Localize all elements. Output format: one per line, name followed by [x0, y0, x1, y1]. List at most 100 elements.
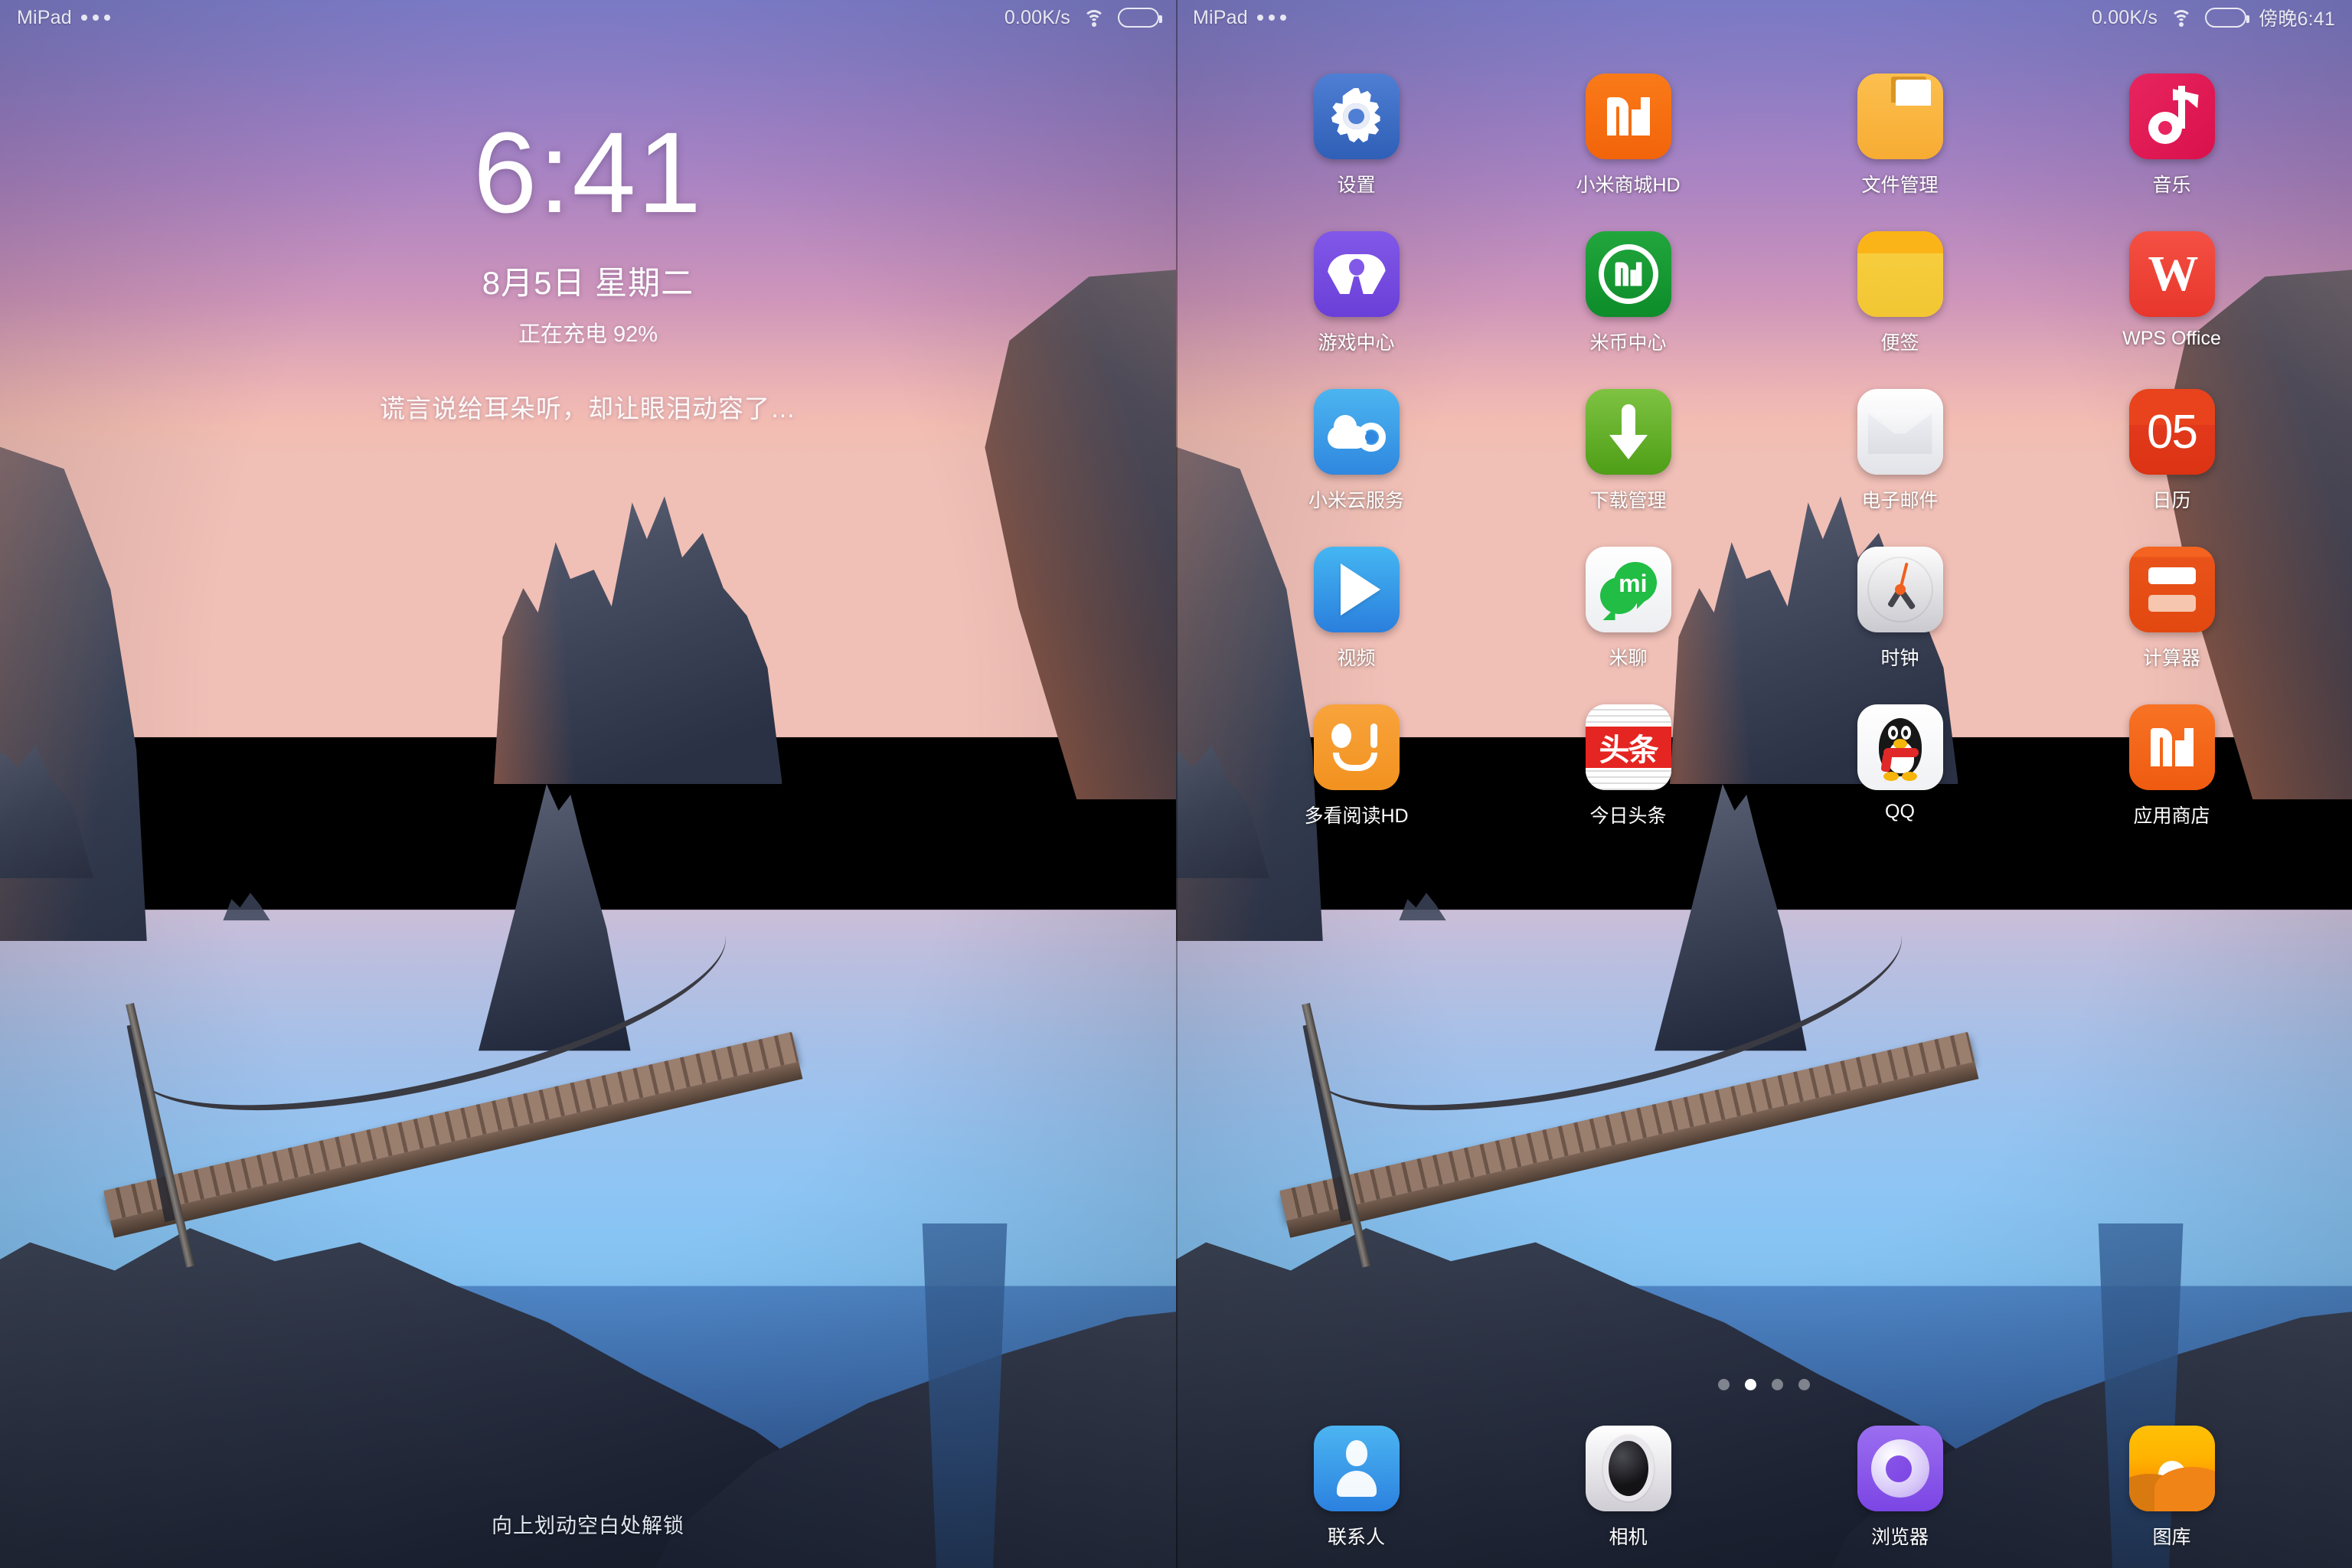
lockscreen-panel: MiPad 0.00K/s 6:41 8月5日 星期二 正在充电 92% 谎言说… — [0, 0, 1176, 1568]
app-envelope-mail[interactable]: 电子邮件 — [1820, 389, 1981, 513]
page-indicator[interactable] — [1176, 1379, 2352, 1390]
homescreen-panel: MiPad 0.00K/s 傍晚6:41 设置 小米商城HD 文件管理 音乐游戏中心 米… — [1176, 0, 2352, 1568]
gear-shape — [1328, 88, 1385, 145]
app-calculator-equals[interactable]: 计算器 — [2092, 547, 2252, 671]
app-music-note[interactable]: 音乐 — [2092, 74, 2252, 198]
network-speed-label: 0.00K/s — [2091, 6, 2158, 28]
envelope-shape — [1867, 410, 1932, 454]
panel-divider — [1176, 0, 1178, 1568]
analog-clock-face — [1867, 557, 1933, 622]
app-store-mi-icon[interactable] — [2128, 704, 2215, 790]
app-label: 日历 — [2152, 490, 2191, 511]
music-note-icon[interactable] — [2128, 74, 2215, 159]
gamepad-icon[interactable] — [1313, 231, 1400, 317]
app-clock[interactable]: 时钟 — [1820, 547, 1981, 671]
music-note-shape — [2148, 86, 2199, 144]
app-label: 便签 — [1880, 332, 1919, 354]
settings-gear-icon[interactable] — [1313, 74, 1400, 159]
more-dots-icon[interactable] — [80, 15, 110, 21]
penguin-shape — [1876, 715, 1925, 781]
statusbar-right-group: 0.00K/s 傍晚6:41 — [2092, 4, 2335, 31]
statusbar-clock: 傍晚6:41 — [2259, 8, 2335, 30]
app-settings-gear[interactable]: 设置 — [1276, 74, 1437, 198]
app-wps-office[interactable]: W WPS Office — [2092, 231, 2252, 355]
app-duokan-smiley[interactable]: 多看阅读HD — [1276, 704, 1437, 828]
app-label: 相机 — [1609, 1527, 1648, 1548]
cloud-shape — [1327, 412, 1386, 452]
dual-panel-screenshot: MiPad 0.00K/s 6:41 8月5日 星期二 正在充电 92% 谎言说… — [0, 0, 2352, 1568]
notes-icon[interactable] — [1857, 231, 1943, 317]
mi-coin-ring — [1598, 244, 1658, 304]
app-grid: 设置 小米商城HD 文件管理 音乐游戏中心 米币中心 便签 W WPS Office 小米云服务… — [1220, 74, 2308, 828]
miliao-chat-icon[interactable]: mi — [1585, 547, 1671, 632]
battery-icon — [2205, 8, 2250, 28]
app-download-arrow[interactable]: 下载管理 — [1548, 389, 1709, 513]
device-name-label: MiPad — [17, 6, 72, 28]
page-dot[interactable] — [1718, 1379, 1730, 1390]
app-camera-lens[interactable]: 相机 — [1548, 1426, 1709, 1550]
mi-wordmark — [1606, 97, 1650, 136]
app-toutiao[interactable]: 头条 今日头条 — [1548, 704, 1709, 828]
wifi-icon — [2170, 8, 2193, 27]
play-video-icon[interactable] — [1313, 547, 1400, 632]
app-label: 文件管理 — [1861, 175, 1939, 196]
app-calendar[interactable]: 05 日历 — [2092, 389, 2252, 513]
calculator-equals-icon[interactable] — [2128, 547, 2215, 632]
lockscreen-unlock-hint[interactable]: 向上划动空白处解锁 — [0, 1509, 1176, 1539]
app-label: 多看阅读HD — [1304, 805, 1409, 827]
toutiao-band: 头条 — [1585, 727, 1671, 768]
smiley-shape — [1330, 724, 1383, 771]
chat-bubbles-shape: mi — [1599, 562, 1657, 617]
app-label: 计算器 — [2142, 648, 2200, 669]
dock: 联系人 相机 浏览器 图库 — [1220, 1426, 2308, 1550]
app-label: 米币中心 — [1589, 332, 1667, 354]
app-mi-coin[interactable]: 米币中心 — [1548, 231, 1709, 355]
toutiao-icon[interactable]: 头条 — [1585, 704, 1671, 790]
download-arrow-icon[interactable] — [1585, 389, 1671, 475]
app-contacts-person[interactable]: 联系人 — [1276, 1426, 1437, 1550]
app-app-store-mi[interactable]: 应用商店 — [2092, 704, 2252, 828]
app-notes[interactable]: 便签 — [1820, 231, 1981, 355]
app-label: 设置 — [1337, 175, 1376, 196]
app-miliao-chat[interactable]: mi 米聊 — [1548, 547, 1709, 671]
contacts-person-icon[interactable] — [1313, 1426, 1400, 1511]
more-dots-icon[interactable] — [1256, 15, 1286, 21]
page-dot[interactable] — [1772, 1379, 1783, 1390]
browser-orb-icon[interactable] — [1857, 1426, 1943, 1511]
app-qq-penguin[interactable]: QQ — [1820, 704, 1981, 828]
equals-shape — [2148, 567, 2196, 612]
app-label: 图库 — [2152, 1527, 2191, 1548]
mi-cloud-icon[interactable] — [1313, 389, 1400, 475]
qq-penguin-icon[interactable] — [1857, 704, 1943, 790]
browser-orb-shape — [1870, 1439, 1929, 1498]
app-browser-orb[interactable]: 浏览器 — [1820, 1426, 1981, 1550]
clock-icon[interactable] — [1857, 547, 1943, 632]
wps-office-icon[interactable]: W — [2128, 231, 2215, 317]
homescreen-statusbar: MiPad 0.00K/s 傍晚6:41 — [1176, 0, 2352, 35]
app-label: 游戏中心 — [1318, 332, 1395, 354]
file-manager-icon[interactable] — [1857, 74, 1943, 159]
app-mi-shop[interactable]: 小米商城HD — [1548, 74, 1709, 198]
camera-lens-icon[interactable] — [1585, 1426, 1671, 1511]
app-file-manager[interactable]: 文件管理 — [1820, 74, 1981, 198]
app-label: 今日头条 — [1589, 805, 1667, 827]
app-play-video[interactable]: 视频 — [1276, 547, 1437, 671]
app-mi-cloud[interactable]: 小米云服务 — [1276, 389, 1437, 513]
calendar-icon[interactable]: 05 — [2128, 389, 2215, 475]
battery-icon — [1118, 8, 1162, 28]
lockscreen-quote: 谎言说给耳朵听，却让眼泪动容了… — [380, 394, 796, 423]
mi-shop-icon[interactable] — [1585, 74, 1671, 159]
page-dot[interactable] — [1745, 1379, 1756, 1390]
app-label: 浏览器 — [1870, 1527, 1929, 1548]
gallery-sunrise-icon[interactable] — [2128, 1426, 2215, 1511]
statusbar-right-group: 0.00K/s — [1004, 7, 1162, 29]
envelope-mail-icon[interactable] — [1857, 389, 1943, 475]
app-label: 小米云服务 — [1308, 490, 1404, 511]
app-label: WPS Office — [2122, 328, 2221, 349]
mi-coin-icon[interactable] — [1585, 231, 1671, 317]
page-dot[interactable] — [1798, 1379, 1810, 1390]
app-gamepad[interactable]: 游戏中心 — [1276, 231, 1437, 355]
duokan-smiley-icon[interactable] — [1313, 704, 1400, 790]
play-triangle — [1340, 564, 1380, 616]
app-gallery-sunrise[interactable]: 图库 — [2092, 1426, 2252, 1550]
